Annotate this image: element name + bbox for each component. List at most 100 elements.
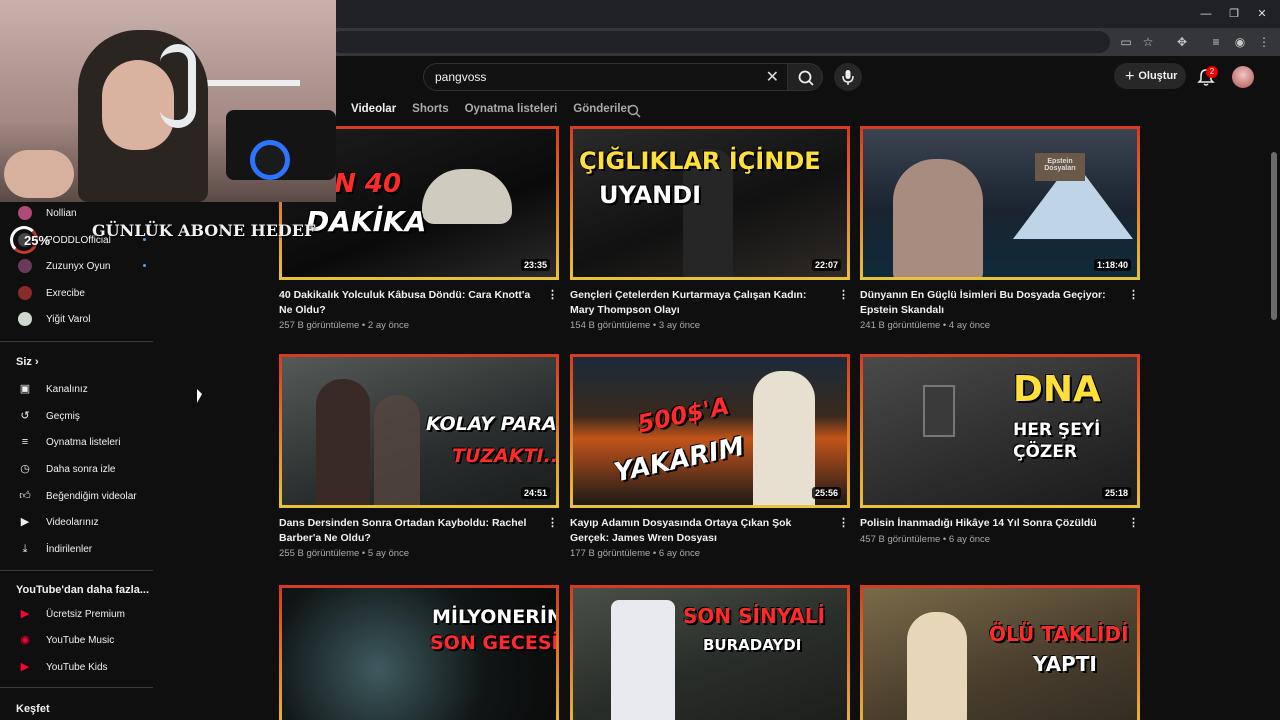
sidebar-item-label: Beğendiğim videolar: [46, 490, 137, 502]
video-thumbnail[interactable]: Epstein Dosyaları 1:18:40: [860, 126, 1140, 280]
youtube-premium-icon: ▶: [20, 608, 30, 620]
sidebar-item-your-channel[interactable]: ▣ Kanalınız: [18, 380, 158, 398]
mouse-cursor: [197, 389, 202, 403]
sidebar-you-heading[interactable]: Siz ›: [16, 356, 39, 368]
video-card[interactable]: DNA HER ŞEYİ ÇÖZER 25:18 Polisin İnanmad…: [860, 354, 1140, 545]
sidebar-sub-zuzunyx[interactable]: Zuzunyx Oyun: [18, 257, 158, 275]
video-thumbnail[interactable]: 500$'A YAKARIM 25:56: [570, 354, 850, 508]
sidebar-item-watch-later[interactable]: ◷ Daha sonra izle: [18, 460, 158, 478]
video-title[interactable]: Kayıp Adamın Dosyasında Ortaya Çıkan Şok…: [570, 516, 828, 545]
cast-icon[interactable]: ▭: [1118, 34, 1134, 50]
tab-videos[interactable]: Videolar: [351, 103, 396, 123]
video-title[interactable]: Gençleri Çetelerden Kurtarmaya Çalışan K…: [570, 288, 828, 317]
sidebar-divider: [0, 341, 153, 342]
sidebar-explore-heading: Keşfet: [16, 703, 50, 715]
extensions-icon[interactable]: ✥: [1174, 34, 1190, 50]
video-card[interactable]: KOLAY PARA TUZAKTI... 24:51 Dans Dersind…: [279, 354, 559, 559]
channel-avatar: [18, 206, 32, 220]
thumbnail-text: 500$'A: [635, 391, 732, 439]
more-options-icon[interactable]: ⋮: [1128, 288, 1139, 302]
sidebar-item-premium[interactable]: ▶ Ücretsiz Premium: [18, 605, 158, 623]
sidebar-item-kids[interactable]: ▶ YouTube Kids: [18, 658, 158, 676]
sidebar-item-label: YouTube Music: [46, 634, 115, 646]
sidebar-item-downloads[interactable]: ⤓ İndirilenler: [18, 540, 158, 558]
minimize-icon[interactable]: —: [1196, 6, 1216, 22]
download-icon: ⤓: [22, 543, 28, 555]
video-card[interactable]: ÇIĞLIKLAR İÇİNDE UYANDI 22:07 Gençleri Ç…: [570, 126, 850, 331]
goal-label: GÜNLÜK ABONE HEDEF: [92, 221, 316, 240]
video-title[interactable]: 40 Dakikalık Yolculuk Kâbusa Döndü: Cara…: [279, 288, 537, 317]
thumbnail-text: DAKİKA: [306, 205, 427, 238]
thumbnail-text: YAKARIM: [611, 431, 747, 489]
tab-shorts[interactable]: Shorts: [412, 103, 448, 123]
webcam-overlay: [0, 0, 336, 202]
sidebar-item-label: İndirilenler: [46, 543, 93, 555]
more-options-icon[interactable]: ⋮: [547, 288, 558, 302]
video-card[interactable]: Epstein Dosyaları 1:18:40 Dünyanın En Gü…: [860, 126, 1140, 331]
video-card[interactable]: SON SİNYALİ BURADAYDI: [570, 585, 850, 720]
search-query[interactable]: pangvoss: [435, 70, 486, 84]
search-button[interactable]: [787, 63, 823, 91]
youtube-kids-icon: ▶: [20, 661, 30, 673]
duration-badge: 24:51: [520, 487, 550, 499]
sidebar-sub-yigit-varol[interactable]: Yiğit Varol: [18, 310, 158, 328]
clear-search-icon[interactable]: ✕: [766, 67, 779, 87]
browser-menu-icon[interactable]: ⋮: [1256, 34, 1272, 50]
sidebar-item-liked-videos[interactable]: 👍︎ Beğendiğim videolar: [18, 487, 158, 505]
thumbnail-text: SON GECESİ: [430, 632, 559, 654]
bookmark-star-icon[interactable]: ☆: [1140, 34, 1156, 50]
profile-icon[interactable]: ◉: [1232, 34, 1248, 50]
page-scrollbar[interactable]: [1271, 152, 1277, 320]
thumbnail-text: ÇIĞLIKLAR İÇİNDE: [579, 147, 821, 175]
video-title[interactable]: Dans Dersinden Sonra Ortadan Kayboldu: R…: [279, 516, 537, 545]
sidebar-item-label: Daha sonra izle: [46, 463, 116, 475]
create-label: Oluştur: [1138, 70, 1178, 82]
video-card[interactable]: MİLYONERİN SON GECESİ: [279, 585, 559, 720]
create-button[interactable]: + Oluştur: [1114, 63, 1186, 89]
notification-badge: 2: [1206, 66, 1218, 78]
video-thumbnail[interactable]: ÖLÜ TAKLİDİ YAPTI: [860, 585, 1140, 720]
video-card[interactable]: 500$'A YAKARIM 25:56 Kayıp Adamın Dosyas…: [570, 354, 850, 559]
sidebar-sub-nollian[interactable]: Nollian: [18, 204, 158, 222]
thumbnail-text: Epstein Dosyaları: [1035, 153, 1085, 181]
address-bar[interactable]: [330, 31, 1110, 53]
user-avatar[interactable]: [1232, 66, 1254, 88]
media-controls-icon[interactable]: ≡: [1208, 34, 1224, 50]
sidebar-item-label: Exrecibe: [46, 287, 85, 299]
more-options-icon[interactable]: ⋮: [1128, 516, 1139, 530]
sidebar-item-your-videos[interactable]: ▶ Videolarınız: [18, 513, 158, 531]
tab-posts[interactable]: Gönderiler: [573, 103, 631, 123]
duration-badge: 23:35: [520, 259, 550, 271]
sidebar-item-playlists[interactable]: ≡ Oynatma listeleri: [18, 433, 158, 451]
channel-search-icon[interactable]: [626, 103, 642, 119]
sidebar-item-music[interactable]: ◉ YouTube Music: [18, 631, 158, 649]
video-thumbnail[interactable]: MİLYONERİN SON GECESİ: [279, 585, 559, 720]
tab-playlists[interactable]: Oynatma listeleri: [465, 103, 558, 123]
voice-search-button[interactable]: [834, 63, 862, 91]
new-content-dot: [143, 264, 146, 267]
youtube-music-icon: ◉: [20, 634, 30, 646]
restore-icon[interactable]: ❐: [1224, 6, 1244, 22]
thumbnail-reflection: [374, 395, 420, 505]
sidebar-sub-exrecibe[interactable]: Exrecibe: [18, 284, 158, 302]
video-title[interactable]: Dünyanın En Güçlü İsimleri Bu Dosyada Ge…: [860, 288, 1118, 317]
sidebar-item-label: Geçmiş: [46, 410, 80, 422]
video-title[interactable]: Polisin İnanmadığı Hikâye 14 Yıl Sonra Ç…: [860, 516, 1118, 531]
video-thumbnail[interactable]: KOLAY PARA TUZAKTI... 24:51: [279, 354, 559, 508]
duration-badge: 25:56: [811, 487, 841, 499]
thumbnail-text: YAPTI: [1033, 652, 1097, 676]
more-options-icon[interactable]: ⋮: [838, 288, 849, 302]
search-input[interactable]: pangvoss ✕: [423, 63, 787, 91]
thumbnail-face: [893, 159, 983, 277]
channel-avatar: [18, 312, 32, 326]
sidebar-item-history[interactable]: ↺ Geçmiş: [18, 407, 158, 425]
thumbnail-text: KOLAY PARA: [426, 413, 557, 435]
more-options-icon[interactable]: ⋮: [547, 516, 558, 530]
playlist-icon: ≡: [21, 436, 29, 448]
video-thumbnail[interactable]: DNA HER ŞEYİ ÇÖZER 25:18: [860, 354, 1140, 508]
more-options-icon[interactable]: ⋮: [838, 516, 849, 530]
video-thumbnail[interactable]: ÇIĞLIKLAR İÇİNDE UYANDI 22:07: [570, 126, 850, 280]
close-window-icon[interactable]: ✕: [1252, 6, 1272, 22]
video-thumbnail[interactable]: SON SİNYALİ BURADAYDI: [570, 585, 850, 720]
video-card[interactable]: ÖLÜ TAKLİDİ YAPTI: [860, 585, 1140, 720]
